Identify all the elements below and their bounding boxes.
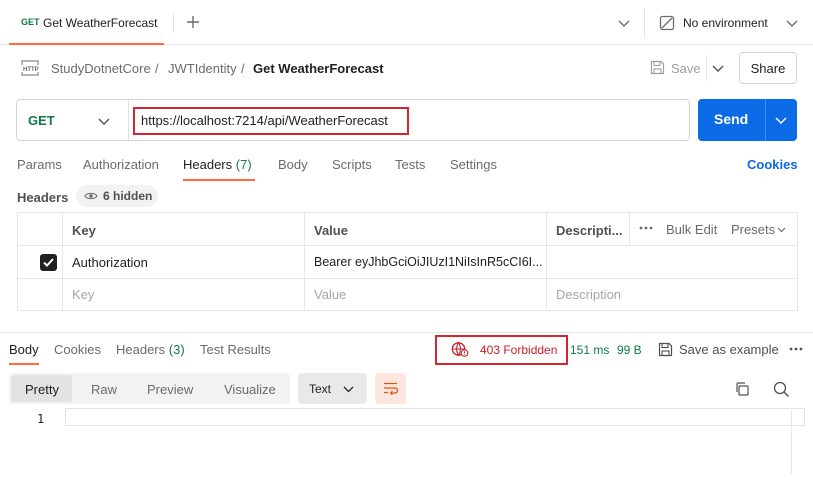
more-icon[interactable] — [789, 347, 803, 351]
breadcrumb-folder[interactable]: JWTIdentity — [168, 61, 237, 76]
chevron-down-icon — [343, 385, 354, 393]
view-visualize-button[interactable]: Visualize — [224, 382, 276, 397]
bulk-edit-button[interactable]: Bulk Edit — [666, 222, 717, 237]
response-tab-test-results[interactable]: Test Results — [200, 342, 271, 357]
format-select[interactable]: Text — [298, 373, 367, 404]
tab-settings[interactable]: Settings — [450, 157, 497, 172]
breadcrumb-separator: / — [155, 61, 159, 76]
http-icon: HTTP — [20, 59, 40, 77]
eye-icon — [84, 191, 98, 201]
more-icon[interactable] — [639, 226, 653, 230]
table-col-divider — [304, 213, 305, 310]
tab-body[interactable]: Body — [278, 157, 308, 172]
response-tab-cookies[interactable]: Cookies — [54, 342, 101, 357]
chevron-down-icon[interactable] — [777, 226, 786, 233]
cookies-link[interactable]: Cookies — [747, 157, 798, 172]
response-tab-headers-count: (3) — [168, 342, 185, 357]
send-label: Send — [714, 111, 749, 127]
tab-headers-label: Headers — [183, 157, 233, 172]
new-description-input[interactable]: Description — [556, 287, 621, 302]
share-button[interactable]: Share — [739, 52, 797, 84]
tab-authorization[interactable]: Authorization — [83, 157, 159, 172]
environment-selector[interactable]: No environment — [683, 16, 768, 30]
chevron-down-icon[interactable] — [775, 115, 787, 125]
tab-get-weatherforecast[interactable]: GET Get WeatherForecast — [9, 0, 164, 45]
chevron-down-icon[interactable] — [786, 18, 798, 28]
status-highlight-box — [435, 335, 568, 365]
save-divider — [706, 55, 707, 81]
env-divider — [644, 8, 645, 38]
no-environment-icon — [659, 15, 675, 31]
save-icon[interactable] — [650, 60, 665, 75]
tab-params[interactable]: Params — [17, 157, 62, 172]
save-icon[interactable] — [658, 342, 673, 357]
column-header-value: Value — [314, 223, 348, 238]
response-size[interactable]: 99 B — [617, 343, 642, 357]
format-label: Text — [309, 382, 332, 396]
send-button[interactable]: Send — [698, 99, 797, 141]
tab-divider — [173, 14, 174, 32]
breadcrumb-collection[interactable]: StudyDotnetCore — [51, 61, 151, 76]
save-button[interactable]: Save — [671, 61, 701, 76]
response-body-editor[interactable] — [65, 408, 805, 426]
tab-scripts[interactable]: Scripts — [332, 157, 372, 172]
svg-text:HTTP: HTTP — [23, 67, 39, 73]
column-header-description: Descripti... — [556, 223, 623, 238]
table-col-divider — [629, 213, 630, 245]
table-row-divider — [17, 278, 798, 279]
tab-method: GET — [21, 17, 40, 27]
url-divider — [128, 100, 129, 140]
wrap-lines-button[interactable] — [375, 373, 406, 404]
view-preview-button[interactable]: Preview — [147, 382, 193, 397]
header-key-cell[interactable]: Authorization — [72, 255, 148, 270]
hidden-headers-toggle[interactable]: 6 hidden — [76, 185, 158, 207]
hidden-count: 6 hidden — [103, 189, 153, 203]
tab-headers-count: (7) — [235, 157, 252, 172]
new-key-input[interactable]: Key — [72, 287, 94, 302]
response-tab-headers[interactable]: Headers (3) — [116, 342, 185, 357]
new-value-input[interactable]: Value — [314, 287, 346, 302]
copy-icon[interactable] — [734, 381, 750, 397]
tab-tests[interactable]: Tests — [395, 157, 425, 172]
column-header-key: Key — [72, 223, 96, 238]
active-tab-underline — [183, 179, 255, 181]
table-col-divider — [546, 213, 547, 310]
response-tab-underline — [9, 363, 39, 365]
url-highlight-box — [133, 107, 409, 135]
header-enabled-checkbox[interactable] — [40, 254, 57, 271]
header-value-cell[interactable]: Bearer eyJhbGciOiJIUzI1NiIsInR5cCI6I... — [314, 255, 542, 269]
headers-section-label: Headers — [17, 190, 69, 205]
response-separator — [0, 332, 813, 333]
save-as-example-button[interactable]: Save as example — [679, 342, 779, 357]
table-col-divider — [62, 213, 63, 310]
line-number: 1 — [37, 412, 45, 426]
response-time[interactable]: 151 ms — [570, 343, 609, 357]
presets-button[interactable]: Presets — [731, 222, 775, 237]
search-icon[interactable] — [773, 381, 790, 398]
chevron-down-icon[interactable] — [712, 63, 724, 73]
chevron-down-icon[interactable] — [98, 116, 110, 126]
breadcrumb-separator: / — [241, 61, 245, 76]
response-tab-body[interactable]: Body — [9, 342, 39, 357]
plus-icon[interactable] — [186, 15, 200, 29]
tab-headers[interactable]: Headers (7) — [183, 157, 252, 172]
view-pretty-label[interactable]: Pretty — [25, 382, 59, 397]
wrap-lines-icon — [383, 382, 398, 395]
send-split — [765, 99, 766, 141]
chevron-down-icon[interactable] — [618, 18, 630, 28]
response-tab-headers-label: Headers — [116, 342, 166, 357]
table-row-divider — [17, 245, 798, 246]
breadcrumb-current[interactable]: Get WeatherForecast — [253, 61, 384, 76]
tab-title: Get WeatherForecast — [43, 16, 158, 30]
method-select[interactable]: GET — [28, 113, 55, 128]
view-raw-button[interactable]: Raw — [91, 382, 117, 397]
editor-scrollbar[interactable] — [791, 410, 792, 474]
